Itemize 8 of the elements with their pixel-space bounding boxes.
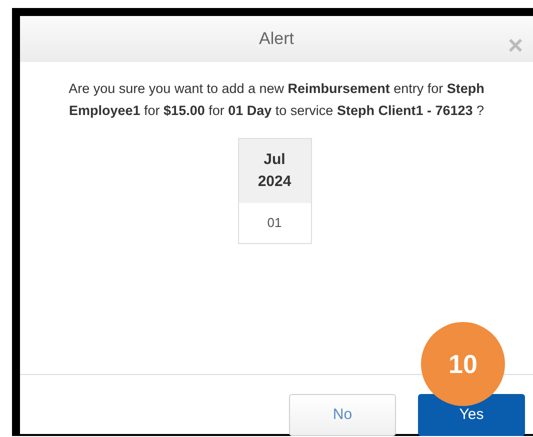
dialog-title: Alert [259,28,294,50]
calendar-month: Jul [264,150,286,170]
calendar-day: 01 [267,213,282,232]
cancel-button[interactable]: No [289,394,396,436]
confirmation-message: Are you sure you want to add a new Reimbursement entry for Steph Employee1 for $15.00 for 01 Day to service Steph Client1 - 76123 ? [68,80,486,120]
step-badge: 10 [421,322,505,406]
close-button[interactable]: × [508,32,523,58]
calendar-year: 2024 [258,172,292,192]
